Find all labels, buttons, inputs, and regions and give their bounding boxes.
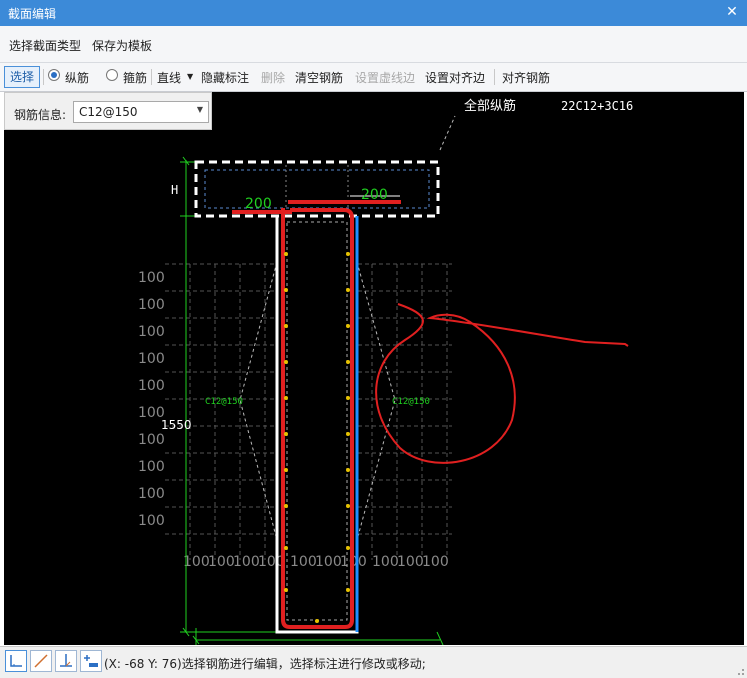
grid-label: 100 [397,554,424,570]
toolbar-separator [43,69,44,85]
grid-label: 100 [290,554,317,570]
grid-label: 100 [138,324,165,340]
left-grid-labels: 100 100 100 100 100 100 100 100 100 100 [138,270,165,529]
stirrup-radio[interactable] [106,69,118,81]
flange-height-label[interactable]: H [171,183,178,197]
dimension-icon[interactable] [80,650,102,672]
grid-label: 100 [208,554,235,570]
grid-label: 100 [138,513,165,529]
grid-label: 100 [138,270,165,286]
resize-grip-icon[interactable] [735,666,745,676]
set-align-edge-button[interactable]: 设置对齐边 [425,69,485,86]
grid-label: 100 [138,459,165,475]
align-rebar-button[interactable]: 对齐钢筋 [502,69,550,86]
total-height-label[interactable]: 1550 [161,418,192,432]
toolbar-separator [494,69,495,85]
left-width-label[interactable]: 200 [245,196,272,212]
stirrup-radio-label[interactable]: 箍筋 [123,69,147,86]
line-dropdown[interactable]: 直线 [157,69,181,86]
right-grid [358,263,452,560]
menu-bar: 选择截面类型 保存为模板 [0,26,747,63]
grid-label: 100 [315,554,342,570]
delete-button[interactable]: 删除 [261,69,285,86]
line-icon[interactable] [30,650,52,672]
set-dashed-edge-button[interactable]: 设置虚线边 [355,69,415,86]
rebar-info-label: 钢筋信息: [14,108,67,122]
all-longitudinal-label[interactable]: 全部纵筋 [464,98,516,114]
grid-label: 100 [258,554,285,570]
longitudinal-radio-label[interactable]: 纵筋 [65,69,89,86]
left-grid [165,263,278,560]
all-longitudinal-value[interactable]: 22C12+3C16 [561,99,633,113]
window-title: 截面编辑 [8,7,57,21]
toolbar: 选择 纵筋 箍筋 直线 ▼ 隐藏标注 删除 清空钢筋 设置虚线边 设置对齐边 对… [0,63,747,92]
section-drawing[interactable]: 100 100 100 100 100 100 100 100 100 100 … [4,92,744,645]
grid-label: 100 [138,378,165,394]
status-message: (X: -68 Y: 76)选择钢筋进行编辑，选择标注进行修改或移动; [104,657,426,671]
section-canvas[interactable]: 100 100 100 100 100 100 100 100 100 100 … [4,92,744,645]
grid-label: 100 [138,297,165,313]
grid-label: 100 [138,486,165,502]
window-titlebar: 截面编辑 ✕ [0,0,747,26]
rebar-info-combobox[interactable]: C12@150 ▼ [73,101,209,123]
bottom-grid-labels: 100 100 100 100 100 100 100 100 100 100 [183,554,449,570]
right-side-bar-label[interactable]: C12@150 [392,397,430,407]
grid-label: 100 [183,554,210,570]
ortho-icon[interactable] [5,650,27,672]
chevron-down-icon[interactable]: ▼ [187,72,193,81]
freehand-annotation [375,303,629,464]
left-side-bar-label[interactable]: C12@150 [205,397,243,407]
menu-save-as-template[interactable]: 保存为模板 [92,37,152,54]
toolbar-separator [151,69,152,85]
grid-label: 100 [233,554,260,570]
grid-label: 100 [372,554,399,570]
snap-icon[interactable] [55,650,77,672]
chevron-down-icon[interactable]: ▼ [197,105,203,114]
close-icon[interactable]: ✕ [723,3,741,21]
grid-label: 100 [422,554,449,570]
select-button[interactable]: 选择 [4,66,40,88]
rebar-info-value: C12@150 [79,105,138,119]
menu-select-section-type[interactable]: 选择截面类型 [9,37,81,54]
longitudinal-radio[interactable] [48,69,60,81]
status-bar: (X: -68 Y: 76)选择钢筋进行编辑，选择标注进行修改或移动; [0,646,747,678]
grid-label: 100 [138,351,165,367]
right-width-label[interactable]: 200 [361,187,388,203]
rebar-info-panel: 钢筋信息: C12@150 ▼ [4,92,212,130]
clear-rebar-button[interactable]: 清空钢筋 [295,69,343,86]
hide-annotation-button[interactable]: 隐藏标注 [201,69,249,86]
grid-label: 100 [138,432,165,448]
